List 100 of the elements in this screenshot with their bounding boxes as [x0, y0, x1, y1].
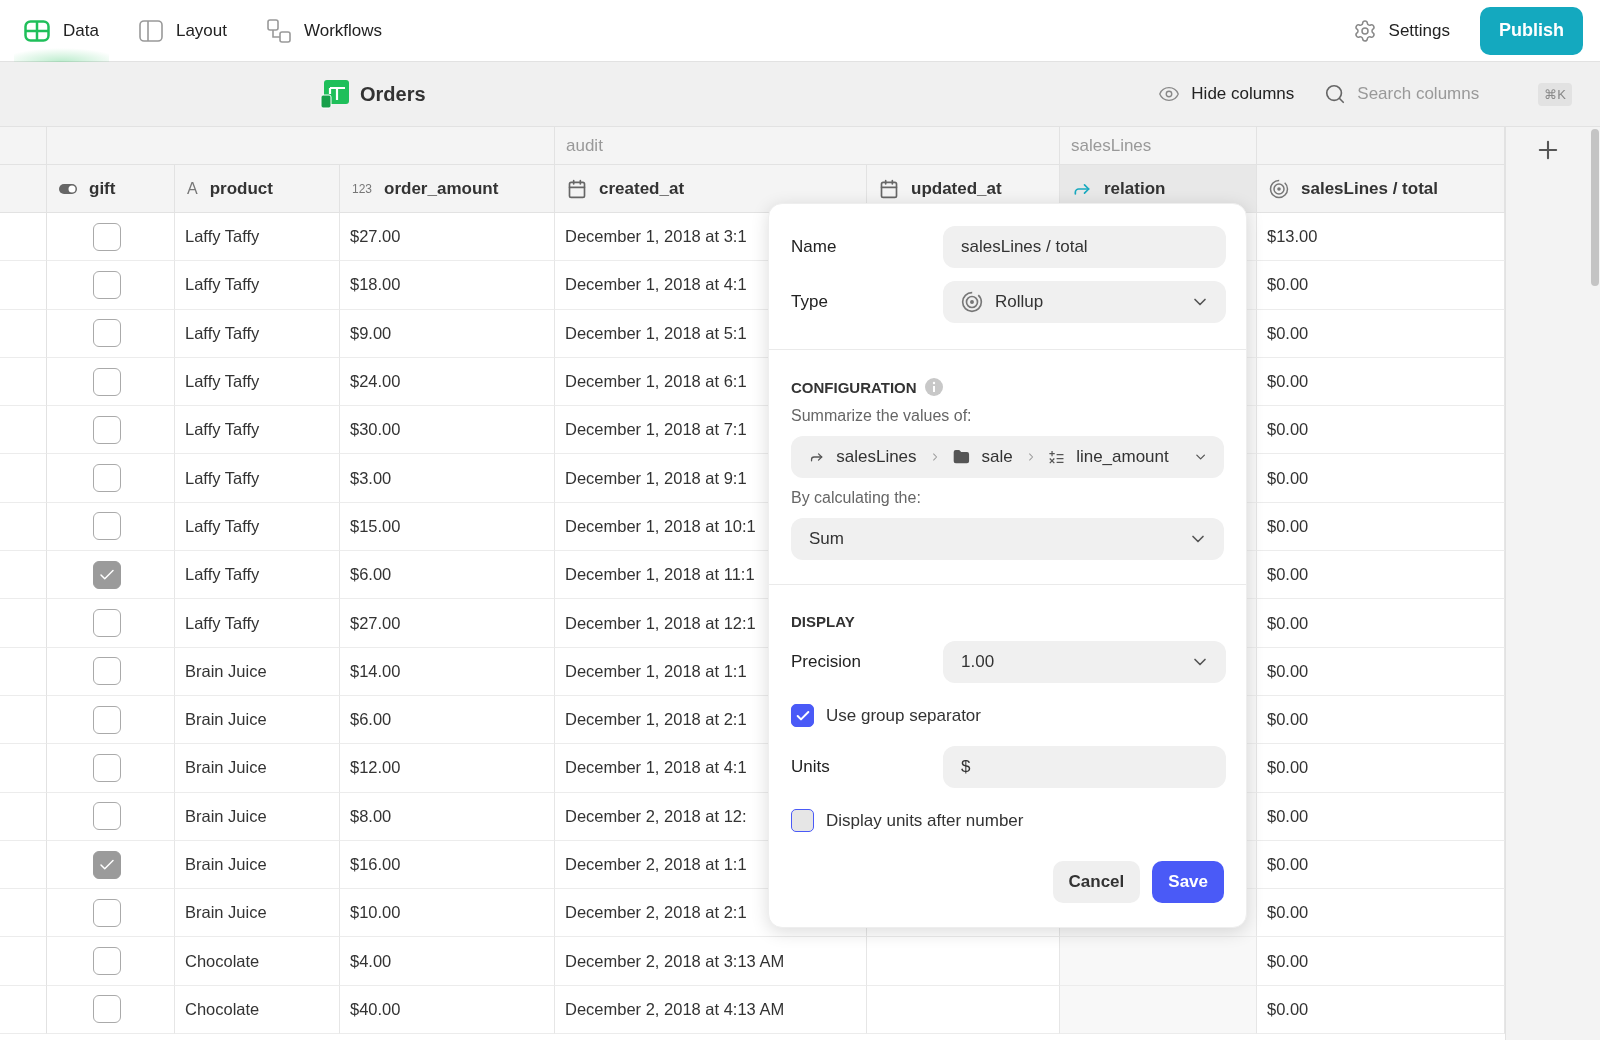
table-cell: Chocolate	[175, 937, 340, 986]
gift-checkbox[interactable]	[92, 802, 121, 831]
formula-icon	[1048, 448, 1065, 466]
type-label: 123	[352, 181, 373, 196]
grid-icon	[24, 19, 50, 42]
workflow-icon	[266, 18, 291, 43]
table-cell: $9.00	[340, 309, 555, 358]
table-cell: Chocolate	[175, 985, 340, 1035]
calendar-icon	[567, 178, 587, 199]
gift-checkbox[interactable]	[92, 995, 121, 1024]
column-header[interactable]: created_at	[555, 165, 867, 213]
table-cell: $0.00	[1257, 840, 1505, 890]
gift-checkbox[interactable]	[92, 850, 121, 879]
table-cell: $15.00	[340, 502, 555, 552]
target-icon	[1269, 178, 1289, 199]
checkbox[interactable]	[791, 809, 814, 832]
table-cell: December 2, 2018 at 4:13 AM	[555, 985, 867, 1035]
settings-icon	[1352, 18, 1377, 43]
calculation-select[interactable]: Sum	[791, 518, 1224, 560]
settings-button[interactable]: Settings	[1352, 18, 1450, 43]
column-name: order_amount	[384, 178, 499, 199]
calendar-icon	[879, 178, 899, 199]
type-select[interactable]: Rollup	[943, 281, 1226, 323]
table-cell: $0.00	[1257, 599, 1505, 648]
column-name: salesLines / total	[1301, 178, 1438, 199]
table-cell: Brain Juice	[175, 695, 340, 745]
scrollbar-thumb[interactable]	[1591, 129, 1599, 286]
gift-checkbox[interactable]	[92, 270, 121, 299]
precision-select[interactable]: 1.00	[943, 641, 1226, 683]
gift-checkbox[interactable]	[92, 609, 121, 637]
gift-checkbox[interactable]	[92, 319, 121, 348]
column-header[interactable]: gift	[47, 165, 175, 213]
source-select[interactable]: salesLines sale line_amount	[791, 436, 1224, 478]
table-cell: $0.00	[1257, 695, 1505, 745]
search-field[interactable]: Search columns	[1357, 84, 1508, 104]
path-label: line_amount	[1076, 447, 1169, 467]
column-name: product	[209, 178, 273, 199]
units-field[interactable]: $	[943, 746, 1226, 788]
table-title: Orders	[360, 82, 427, 106]
table-cell: Laffy Taffy	[175, 502, 340, 552]
path-label: sale	[981, 447, 1013, 467]
table-cell: $0.00	[1257, 406, 1505, 455]
table-cell: Laffy Taffy	[175, 551, 340, 600]
table-cell: Brain Juice	[175, 744, 340, 793]
table-cell: $0.00	[1257, 744, 1505, 793]
save-button[interactable]: Save	[1152, 861, 1224, 903]
table-cell: $4.00	[340, 937, 555, 986]
table-cell: $3.00	[340, 454, 555, 503]
table-cell: Laffy Taffy	[175, 454, 340, 503]
table-cell: $12.00	[340, 744, 555, 793]
gift-checkbox[interactable]	[92, 560, 121, 589]
field-label: Units	[791, 757, 831, 777]
group-label: salesLines	[1071, 135, 1152, 156]
column-name: updated_at	[911, 178, 1002, 199]
table-cell: $14.00	[340, 647, 555, 696]
column-header[interactable]: salesLines / total	[1257, 165, 1505, 213]
gift-checkbox[interactable]	[92, 222, 121, 251]
column-header[interactable]: A product	[175, 165, 340, 213]
gift-checkbox[interactable]	[92, 753, 121, 782]
table-cell: $6.00	[340, 551, 555, 600]
table-cell: Laffy Taffy	[175, 357, 340, 407]
info-icon	[924, 378, 943, 396]
gift-checkbox[interactable]	[92, 512, 121, 541]
nav-tab[interactable]: Layout	[128, 0, 237, 62]
layout-icon	[138, 19, 163, 42]
gift-checkbox[interactable]	[92, 657, 121, 686]
column-header[interactable]: 123 order_amount	[340, 165, 555, 213]
gift-checkbox[interactable]	[92, 367, 121, 396]
hide-columns-button[interactable]: Hide columns	[1158, 83, 1295, 105]
table-cell: $0.00	[1257, 357, 1505, 407]
column-header	[0, 165, 47, 213]
gift-checkbox[interactable]	[92, 947, 121, 976]
table-cell: $0.00	[1257, 309, 1505, 358]
table-cell: Brain Juice	[175, 889, 340, 938]
table-cell: $27.00	[340, 213, 555, 262]
table-cell: $30.00	[340, 406, 555, 455]
field-label: Type	[791, 292, 829, 312]
table-cell: $0.00	[1257, 261, 1505, 310]
gift-checkbox[interactable]	[92, 705, 121, 734]
nav-tab[interactable]: Workflows	[256, 0, 393, 62]
table-cell: December 2, 2018 at 3:13 AM	[555, 937, 867, 986]
target-icon	[961, 291, 983, 313]
gift-checkbox[interactable]	[92, 464, 121, 493]
cancel-button[interactable]: Cancel	[1052, 861, 1141, 903]
toggle-icon	[59, 183, 77, 194]
table-cell: Laffy Taffy	[175, 213, 340, 262]
field-label: Name	[791, 237, 838, 257]
table-icon	[320, 79, 350, 109]
gift-checkbox[interactable]	[92, 898, 121, 927]
table-cell: $8.00	[340, 792, 555, 841]
table-cell: $0.00	[1257, 889, 1505, 938]
column-name: created_at	[599, 178, 685, 199]
table-cell: Brain Juice	[175, 647, 340, 696]
group-label: audit	[566, 135, 603, 156]
table-cell: Laffy Taffy	[175, 406, 340, 455]
checkbox[interactable]	[791, 704, 814, 727]
gift-checkbox[interactable]	[92, 415, 121, 444]
name-field[interactable]: salesLines / total	[943, 226, 1226, 268]
table-cell: Laffy Taffy	[175, 309, 340, 358]
table-cell: $0.00	[1257, 937, 1505, 986]
